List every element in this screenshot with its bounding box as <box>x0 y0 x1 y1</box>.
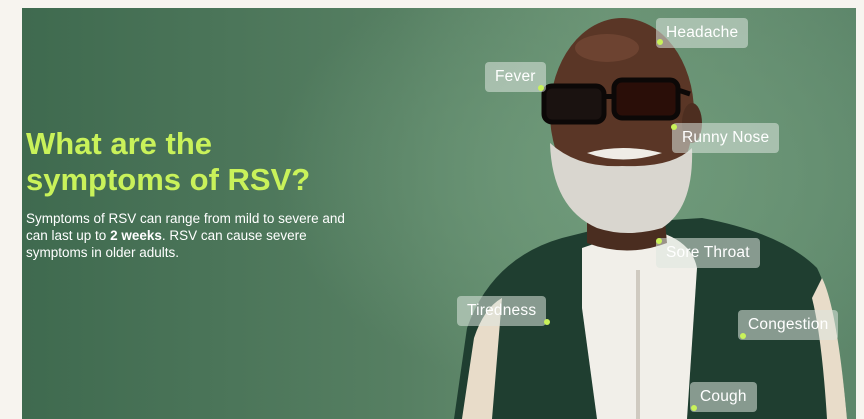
portrait-image <box>454 18 847 419</box>
tag-headache-dot <box>657 39 663 45</box>
tag-congestion-label: Congestion <box>748 316 829 333</box>
tag-sore-throat: Sore Throat <box>656 238 760 268</box>
rsv-banner: What are the symptoms of RSV? Symptoms o… <box>22 8 856 419</box>
glasses-bridge <box>602 94 616 99</box>
zipper <box>636 270 640 419</box>
tag-sore-throat-label: Sore Throat <box>666 244 750 261</box>
scalp-highlight <box>575 34 639 62</box>
tag-runny-nose-label: Runny Nose <box>682 129 770 146</box>
tag-runny-nose: Runny Nose <box>672 123 780 153</box>
tag-fever-label: Fever <box>495 68 536 85</box>
tag-fever: Fever <box>485 62 546 92</box>
tag-tiredness-label: Tiredness <box>467 302 537 319</box>
glasses-right-lens <box>611 77 681 121</box>
tag-headache-label: Headache <box>666 24 739 41</box>
tag-fever-dot <box>538 85 544 91</box>
tag-congestion-dot <box>740 333 746 339</box>
tag-tiredness: Tiredness <box>457 296 547 326</box>
tag-congestion: Congestion <box>738 310 839 340</box>
tag-cough-dot <box>691 405 697 411</box>
tag-cough: Cough <box>690 382 757 412</box>
tag-cough-label: Cough <box>700 388 747 405</box>
tag-headache: Headache <box>656 18 749 48</box>
glasses-left-lens <box>541 83 607 125</box>
tag-tiredness-dot <box>544 319 550 325</box>
tag-sore-throat-dot <box>656 238 662 244</box>
tag-runny-nose-dot <box>671 124 677 130</box>
